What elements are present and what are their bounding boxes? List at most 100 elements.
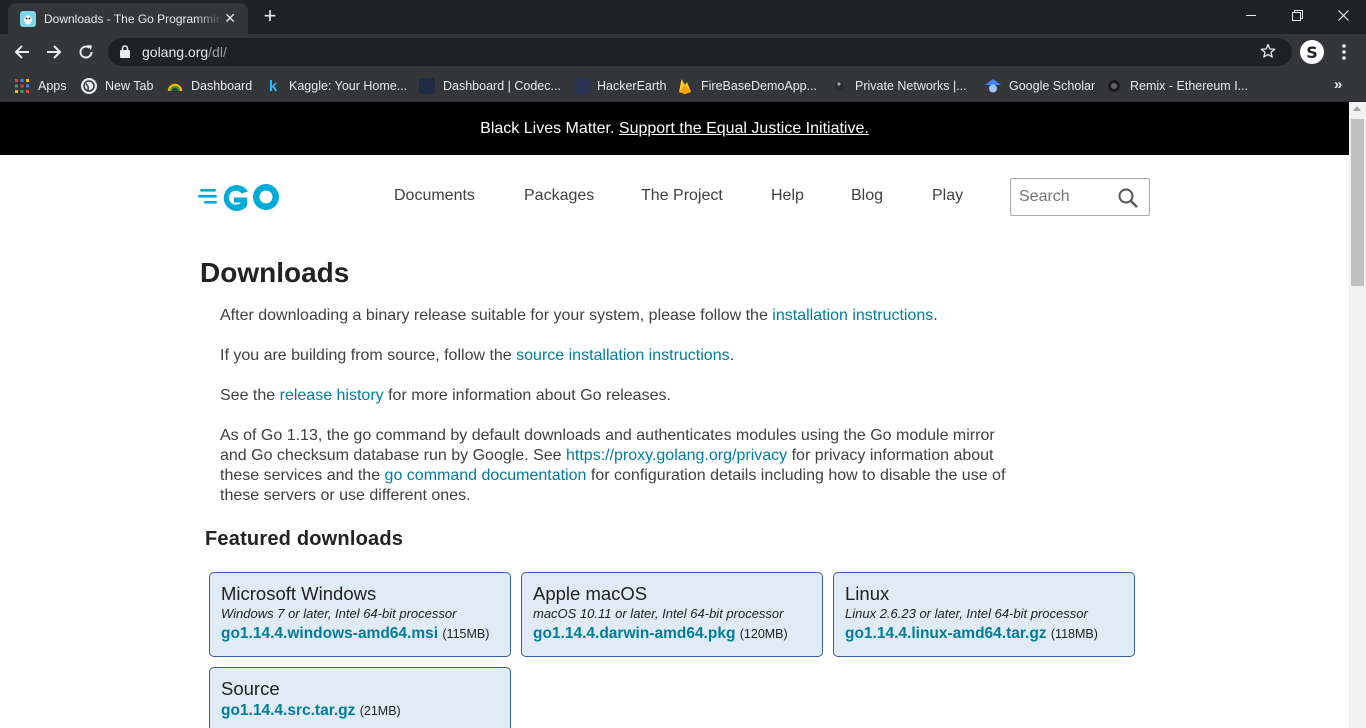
- download-card-linux[interactable]: Linux Linux 2.6.23 or later, Intel 64-bi…: [833, 572, 1135, 657]
- intro-paragraph-history: See the release history for more informa…: [220, 386, 1020, 406]
- banner-text: Black Lives Matter.: [480, 120, 619, 137]
- kaggle-icon: k: [268, 77, 278, 95]
- card-os-name: Apple macOS: [533, 583, 648, 604]
- blm-banner: Black Lives Matter. Support the Equal Ju…: [0, 102, 1349, 155]
- banner-link[interactable]: Support the Equal Justice Initiative.: [619, 120, 869, 137]
- bookmark-codecademy[interactable]: Dashboard | Codec...: [419, 76, 561, 96]
- gopher-favicon-icon: [20, 10, 36, 27]
- page-viewport: Black Lives Matter. Support the Equal Ju…: [0, 102, 1349, 728]
- apps-grid-icon: [14, 78, 30, 94]
- para-text: for more information about Go releases.: [383, 387, 671, 404]
- browser-tab-active[interactable]: Downloads - The Go Programming Language …: [8, 3, 248, 34]
- intro-paragraph-install: After downloading a binary release suita…: [220, 306, 1020, 326]
- card-description: Windows 7 or later, Intel 64-bit process…: [221, 606, 457, 621]
- scrollbar-thumb[interactable]: [1351, 119, 1364, 286]
- back-arrow-icon[interactable]: [10, 40, 34, 64]
- browser-menu-icon[interactable]: [1332, 40, 1356, 64]
- go-logo[interactable]: [198, 180, 282, 219]
- card-file-size: (21MB): [359, 704, 401, 718]
- para-text: .: [933, 307, 938, 324]
- bookmark-label: Apps: [38, 79, 67, 93]
- globe-icon: [81, 78, 97, 94]
- restore-window-icon[interactable]: [1274, 0, 1320, 30]
- url-path: /dl/: [208, 44, 227, 60]
- card-file-link[interactable]: go1.14.4.darwin-amd64.pkg (120MB): [533, 623, 811, 645]
- minimize-window-icon[interactable]: [1228, 0, 1274, 30]
- scholar-icon: [985, 78, 1001, 94]
- network-icon: [831, 78, 847, 94]
- forward-arrow-icon[interactable]: [42, 40, 66, 64]
- reload-icon[interactable]: [74, 40, 98, 64]
- page-scrollbar[interactable]: [1349, 102, 1366, 728]
- bookmarks-overflow-button[interactable]: »: [1334, 76, 1342, 93]
- release-history-link[interactable]: release history: [280, 387, 384, 404]
- card-filename: go1.14.4.src.tar.gz: [221, 702, 356, 719]
- para-text: If you are building from source, follow …: [220, 347, 517, 364]
- profile-avatar[interactable]: S: [1300, 40, 1324, 64]
- download-card-source[interactable]: Source go1.14.4.src.tar.gz (21MB): [209, 667, 511, 728]
- card-file-link[interactable]: go1.14.4.linux-amd64.tar.gz (118MB): [845, 623, 1123, 645]
- remix-icon: [1106, 78, 1122, 94]
- para-text: .: [729, 347, 735, 364]
- card-file-size: (115MB): [442, 627, 490, 641]
- nav-documents[interactable]: Documents: [394, 187, 475, 205]
- bookmark-google-scholar[interactable]: Google Scholar: [985, 76, 1095, 96]
- featured-downloads-heading: Featured downloads: [205, 528, 404, 550]
- firebase-icon: [677, 78, 693, 94]
- search-icon[interactable]: [1117, 187, 1139, 209]
- dashboard-icon: [167, 78, 183, 94]
- tab-title: Downloads - The Go Programming Language: [44, 11, 223, 26]
- hackerearth-icon: [573, 78, 589, 94]
- source-installation-link[interactable]: source installation instructions: [516, 347, 729, 364]
- bookmark-label: New Tab: [105, 79, 154, 93]
- bookmark-star-icon[interactable]: [1260, 43, 1276, 64]
- card-file-link[interactable]: go1.14.4.windows-amd64.msi (115MB): [221, 623, 499, 645]
- bookmark-label: Private Networks |...: [855, 79, 967, 93]
- para-text: After downloading a binary release suita…: [220, 307, 773, 324]
- download-card-windows[interactable]: Microsoft Windows Windows 7 or later, In…: [209, 572, 511, 657]
- para-text: See the: [220, 387, 280, 404]
- nav-packages[interactable]: Packages: [524, 187, 594, 205]
- nav-play[interactable]: Play: [932, 187, 963, 205]
- go-command-docs-link[interactable]: go command documentation: [385, 467, 587, 484]
- bookmark-label: HackerEarth: [597, 79, 667, 93]
- bookmark-remix[interactable]: Remix - Ethereum I...: [1106, 76, 1248, 96]
- bookmark-firebase[interactable]: FireBaseDemoApp...: [677, 76, 817, 96]
- download-card-macos[interactable]: Apple macOS macOS 10.11 or later, Intel …: [521, 572, 823, 657]
- bookmark-label: Dashboard: [191, 79, 253, 93]
- close-window-icon[interactable]: [1320, 0, 1366, 30]
- module-mirror-paragraph: As of Go 1.13, the go command by default…: [220, 426, 1020, 506]
- nav-help[interactable]: Help: [771, 187, 804, 205]
- bookmark-private-networks[interactable]: Private Networks |...: [831, 76, 967, 96]
- bookmark-dashboard[interactable]: Dashboard: [167, 76, 252, 96]
- installation-instructions-link[interactable]: installation instructions: [772, 307, 933, 324]
- browser-toolbar: golang.org/dl/ S: [0, 34, 1366, 70]
- lock-icon: [120, 45, 130, 63]
- scroll-up-arrow-icon[interactable]: [1353, 106, 1361, 111]
- card-os-name: Linux: [845, 583, 890, 604]
- bookmark-label: Kaggle: Your Home...: [289, 79, 408, 93]
- bookmark-apps[interactable]: Apps: [14, 76, 67, 96]
- card-file-link[interactable]: go1.14.4.src.tar.gz (21MB): [221, 700, 499, 722]
- browser-tab-bar: Downloads - The Go Programming Language …: [0, 0, 1366, 34]
- card-os-name: Microsoft Windows: [221, 583, 377, 604]
- bookmark-kaggle[interactable]: k Kaggle: Your Home...: [265, 76, 407, 96]
- bookmark-hackerearth[interactable]: HackerEarth: [573, 76, 666, 96]
- address-bar[interactable]: golang.org/dl/: [108, 38, 1292, 66]
- url-domain: golang.org: [142, 44, 209, 60]
- codecademy-icon: [419, 78, 435, 94]
- page-title: Downloads: [200, 257, 350, 288]
- search-box: [1010, 178, 1150, 216]
- card-os-name: Source: [221, 678, 280, 699]
- card-description: Linux 2.6.23 or later, Intel 64-bit proc…: [845, 606, 1088, 621]
- url-text: golang.org/dl/: [142, 44, 227, 60]
- bookmark-new-tab[interactable]: New Tab: [81, 76, 153, 96]
- bookmark-label: Dashboard | Codec...: [443, 79, 561, 93]
- proxy-privacy-link[interactable]: https://proxy.golang.org/privacy: [566, 447, 787, 464]
- new-tab-button[interactable]: +: [258, 5, 282, 28]
- card-file-size: (118MB): [1050, 627, 1098, 641]
- nav-blog[interactable]: Blog: [851, 187, 883, 205]
- tab-close-icon[interactable]: ✕: [222, 10, 238, 27]
- nav-the-project[interactable]: The Project: [641, 187, 723, 205]
- search-input[interactable]: [1011, 179, 1111, 215]
